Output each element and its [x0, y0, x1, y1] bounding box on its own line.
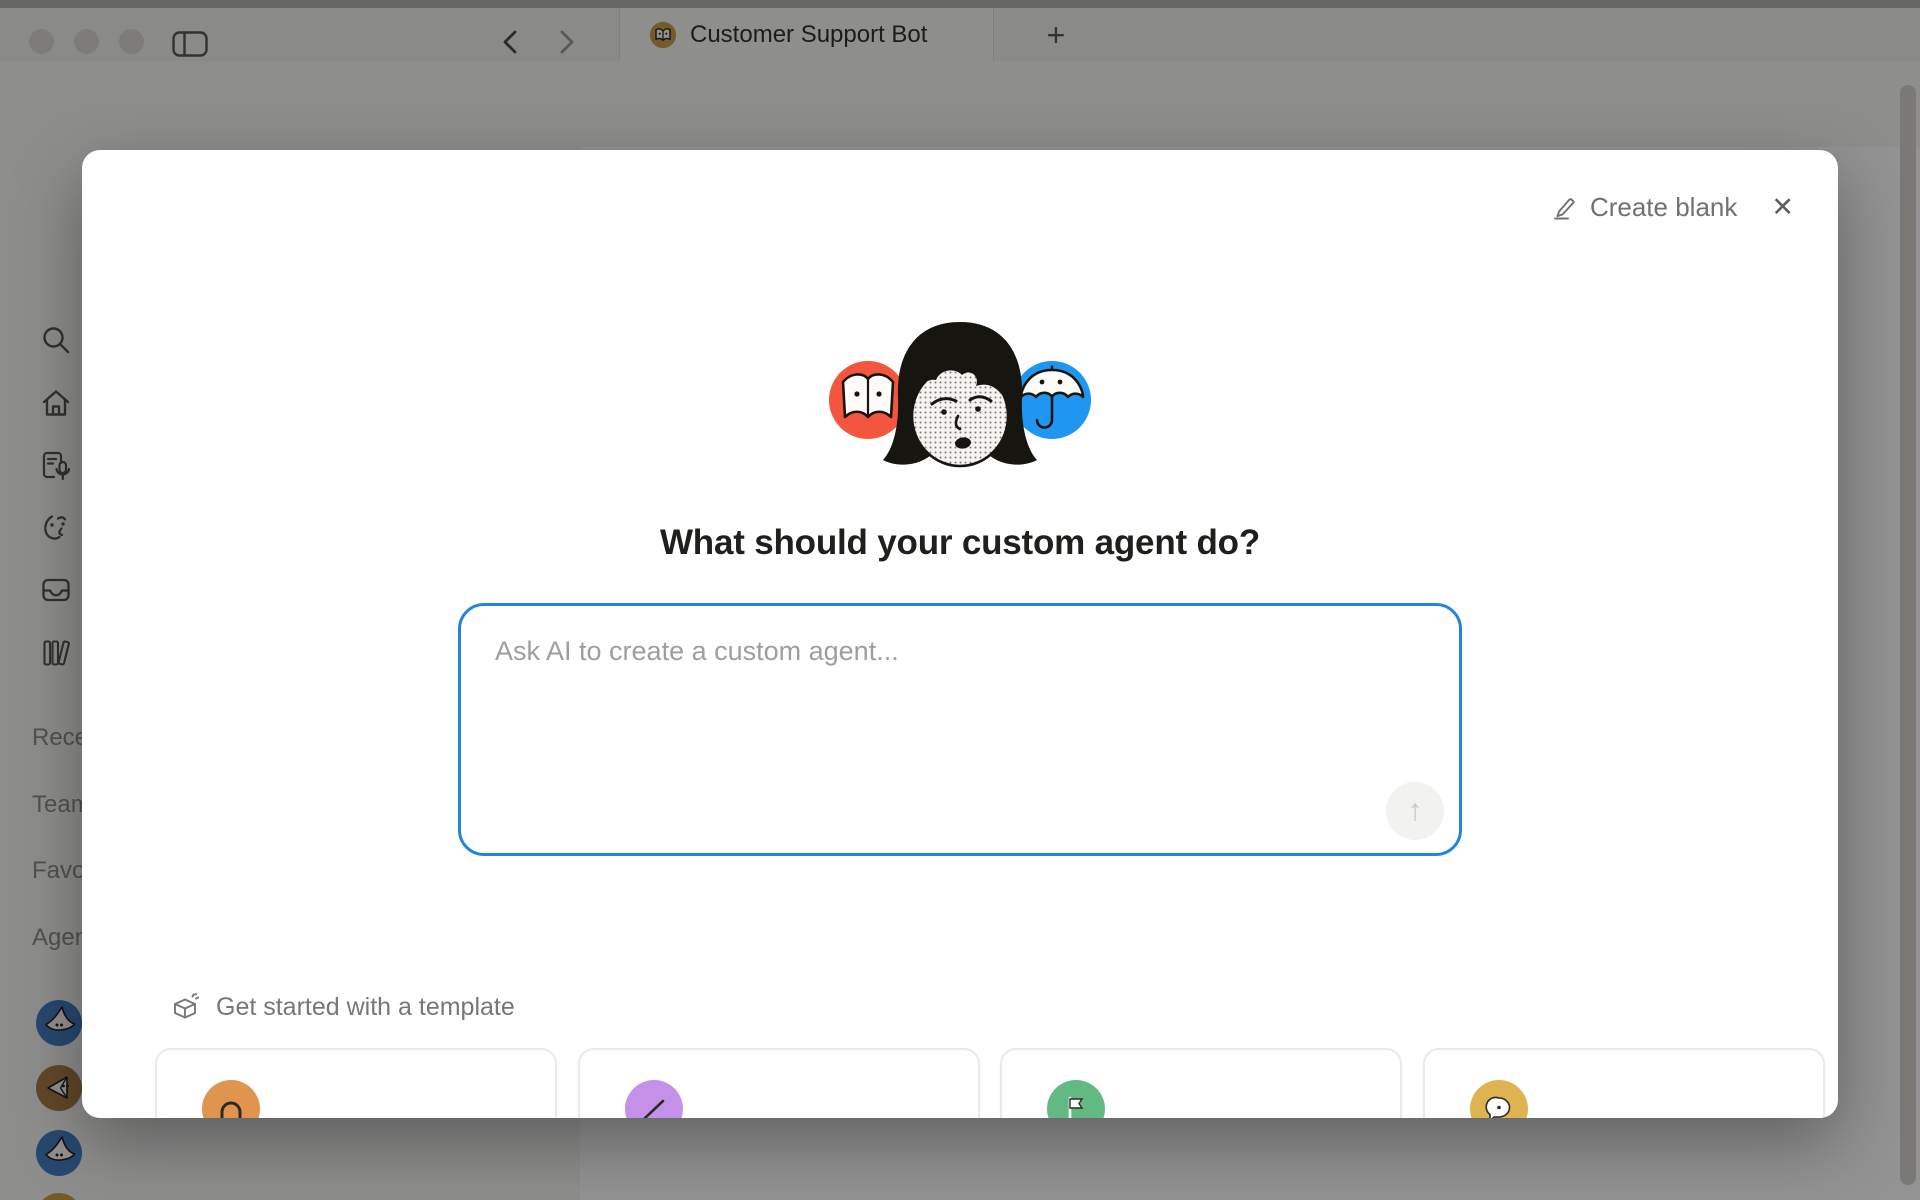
create-blank-button[interactable]: Create blank: [1552, 192, 1737, 223]
template-card-3[interactable]: [1000, 1048, 1402, 1118]
modal-heading: What should your custom agent do?: [82, 523, 1838, 563]
screen: Customer Support Bot + ACME Acme Labs: [0, 0, 1920, 1200]
agent-illustration: [828, 320, 1092, 490]
submit-arrow-button[interactable]: ↑: [1386, 782, 1444, 840]
agent-face: [883, 322, 1037, 466]
book-circle: [829, 361, 907, 439]
template-icon-chat-bubble: [1470, 1080, 1528, 1118]
template-icon-headset: [202, 1080, 260, 1118]
template-card-2[interactable]: [578, 1048, 980, 1118]
create-blank-label: Create blank: [1590, 192, 1737, 223]
template-card-1[interactable]: [155, 1048, 557, 1118]
template-card-4[interactable]: [1423, 1048, 1825, 1118]
template-icon-pencil: [625, 1080, 683, 1118]
template-icon-flag: [1047, 1080, 1105, 1118]
pencil-icon: [1552, 195, 1578, 221]
create-agent-modal: Create blank ✕: [82, 150, 1838, 1118]
template-box-icon: [170, 992, 200, 1022]
close-icon[interactable]: ✕: [1771, 194, 1794, 221]
agent-prompt-input[interactable]: [458, 603, 1462, 856]
template-section-label: Get started with a template: [216, 993, 515, 1022]
umbrella-circle: [1013, 361, 1091, 439]
